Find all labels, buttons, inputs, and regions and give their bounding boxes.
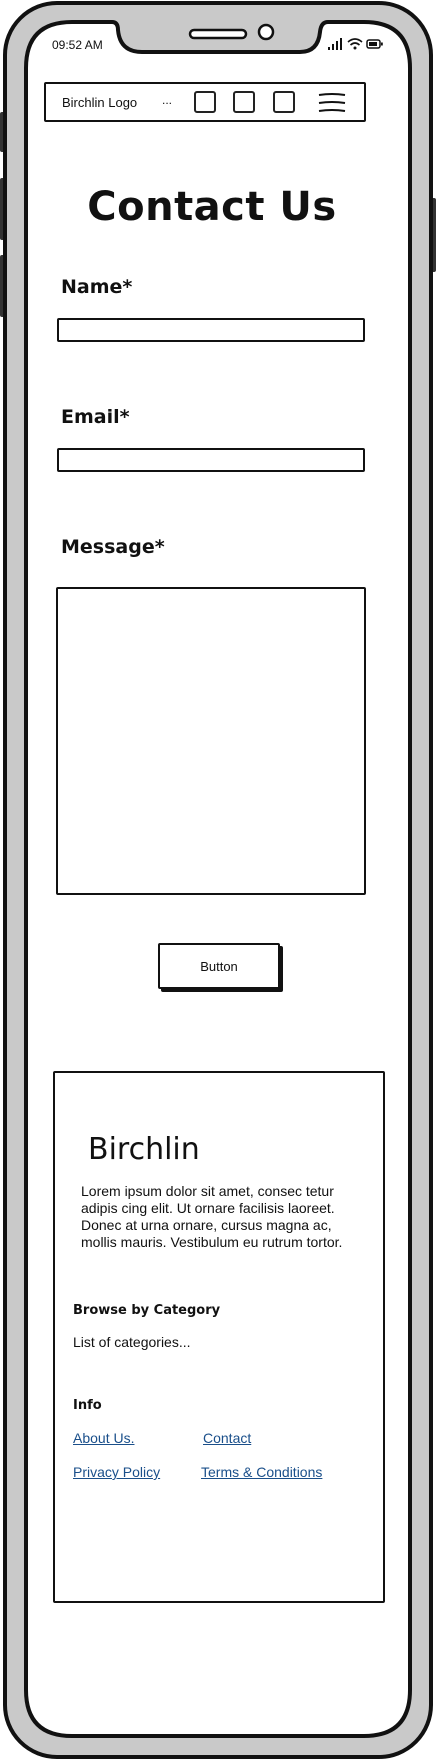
top-navbar: Birchlin Logo ... <box>44 82 366 122</box>
hamburger-menu-icon[interactable] <box>318 92 346 114</box>
info-heading: Info <box>73 1398 102 1413</box>
status-icons <box>328 38 383 50</box>
name-input[interactable] <box>57 318 365 342</box>
footer: Birchlin Lorem ipsum dolor sit amet, con… <box>53 1071 385 1603</box>
signal-icon <box>328 38 342 50</box>
terms-link[interactable]: Terms & Conditions <box>201 1464 322 1480</box>
square-icon[interactable] <box>233 91 255 113</box>
submit-button[interactable]: Button <box>158 943 280 989</box>
categories-text: List of categories... <box>73 1334 191 1350</box>
speaker-grille <box>188 28 248 40</box>
name-label: Name* <box>61 276 133 298</box>
contact-link[interactable]: Contact <box>203 1430 251 1446</box>
footer-description: Lorem ipsum dolor sit amet, consec tetur… <box>81 1183 343 1250</box>
footer-brand: Birchlin <box>88 1132 200 1167</box>
email-label: Email* <box>61 406 130 428</box>
camera-icon <box>257 23 275 41</box>
browse-heading: Browse by Category <box>73 1303 221 1318</box>
square-icon[interactable] <box>194 91 216 113</box>
email-input[interactable] <box>57 448 365 472</box>
privacy-link[interactable]: Privacy Policy <box>73 1464 160 1480</box>
square-icon[interactable] <box>273 91 295 113</box>
nav-ellipsis: ... <box>162 93 173 107</box>
message-label: Message* <box>61 536 165 558</box>
status-time: 09:52 AM <box>52 38 103 52</box>
battery-icon <box>366 39 383 49</box>
wifi-icon <box>347 38 363 50</box>
page-title: Contact Us <box>87 184 337 230</box>
logo[interactable]: Birchlin Logo <box>62 95 137 110</box>
message-textarea[interactable] <box>56 587 366 895</box>
about-link[interactable]: About Us. <box>73 1430 134 1446</box>
